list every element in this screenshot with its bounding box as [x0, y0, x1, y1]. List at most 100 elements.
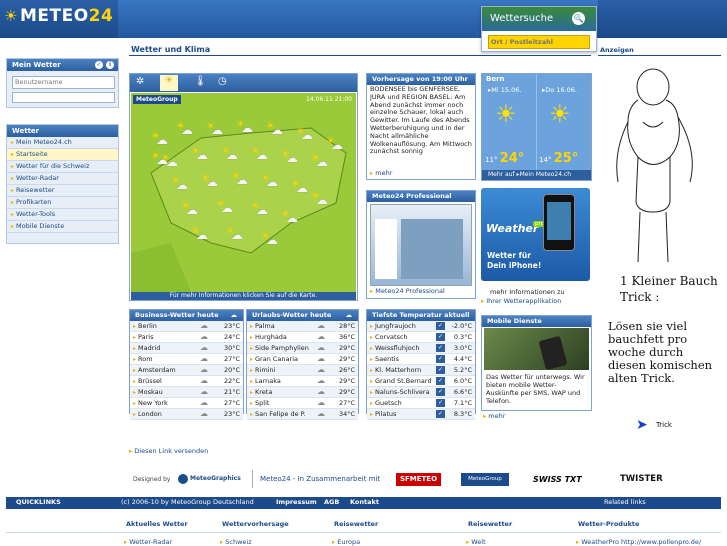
cloud-icon: ☀ ☁	[266, 121, 283, 137]
title-rule	[129, 55, 591, 56]
list-item[interactable]: Split ☁ 27°C	[247, 398, 358, 409]
twister-logo[interactable]: TWISTER	[620, 473, 680, 486]
thermometer-icon[interactable]: 🌡	[194, 76, 207, 87]
list-item[interactable]: Berlin ☁ 23°C	[130, 321, 243, 332]
menu-item-mein-meteo24[interactable]: Mein Meteo24.ch	[7, 137, 118, 149]
list-item[interactable]: Grand St.Bernard ✓ 6.0°C	[367, 376, 475, 387]
search-icon[interactable]: 🔍	[572, 12, 585, 25]
footer-col-reisewetter-2[interactable]: Reisewetter	[468, 520, 512, 528]
list-item[interactable]: Naluns-Schlivera ✓ 6.6°C	[367, 387, 475, 398]
list-item[interactable]: San Felipe de P. ☁ 34°C	[247, 409, 358, 420]
iphone-ad[interactable]: Weather pro Wetter für Dein iPhone!	[481, 188, 590, 281]
iphone-ad-brand: Weather	[486, 222, 539, 235]
list-item[interactable]: Side Pamphylien ☁ 29°C	[247, 343, 358, 354]
thermometer-icon: ✓	[436, 410, 445, 418]
iphone-info-link[interactable]: Ihrer Wetterapplikation	[481, 297, 561, 305]
list-item[interactable]: Madrid ☁ 30°C	[130, 343, 243, 354]
list-item[interactable]: Hurghada ☁ 36°C	[247, 332, 358, 343]
list-item[interactable]: Amsterdam ☁ 20°C	[130, 365, 243, 376]
footer-impressum-link[interactable]: Impressum	[276, 498, 317, 506]
partner-divider	[252, 470, 253, 488]
location-name: Paris	[133, 332, 153, 343]
clock-icon[interactable]: ◷	[218, 76, 227, 87]
weather-map[interactable]: MeteoGroup 14.06.11 21:00 ☀ ☁ ☀ ☁ ☀ ☁ ☀ ☁ ☀ ☁ ☀ ☁ ☀ ☁…	[131, 93, 356, 292]
username-field[interactable]: Benutzername	[12, 76, 115, 89]
designed-by-label: Designed by	[133, 476, 171, 483]
cloud-icon: ☀ ☁	[151, 151, 168, 167]
list-item[interactable]: Paris ☁ 24°C	[130, 332, 243, 343]
professional-screenshot[interactable]	[370, 204, 472, 286]
temperature-value: -2.0°C	[451, 322, 472, 330]
holiday-title: Urlaubs-Wetter heute	[252, 311, 332, 319]
list-item[interactable]: Guetsch ✓ 7.1°C	[367, 398, 475, 409]
ad-headline-2: Trick :	[620, 290, 660, 304]
sun-cloud-icon: ☁	[200, 332, 208, 341]
mobile-photo[interactable]	[484, 328, 589, 371]
list-item[interactable]: London ☁ 23°C	[130, 409, 243, 420]
list-item[interactable]: Kl. Matterhorn ✓ 5.2°C	[367, 365, 475, 376]
bern-panel: Bern ▸Mi 15.06. ▸Do 16.06. ☀ ☀ 11° 24° 1…	[481, 73, 592, 181]
footer-col-aktuelles[interactable]: Aktuelles Wetter	[126, 520, 188, 528]
list-item[interactable]: Pilatus ✓ 8.3°C	[367, 409, 475, 420]
footer-col-reisewetter-1[interactable]: Reisewetter	[334, 520, 378, 528]
list-item[interactable]: Moskau ☁ 21°C	[130, 387, 243, 398]
menu-item-reisewetter[interactable]: Reisewetter	[7, 185, 118, 197]
logo-text: METEO	[19, 6, 89, 26]
footer-col-vorhersage[interactable]: Wettervorhersage	[222, 520, 289, 528]
list-item[interactable]: New York ☁ 27°C	[130, 398, 243, 409]
sun-cloud-icon: ☁	[200, 354, 208, 363]
list-item[interactable]: Saentis ✓ 4.4°C	[367, 354, 475, 365]
bern-day1: ▸Mi 15.06.	[488, 86, 522, 94]
list-item[interactable]: Kreta ☁ 29°C	[247, 387, 358, 398]
bern-more-link[interactable]: Mehr auf ▸Mein Meteo24.ch	[482, 170, 591, 180]
lowest-temp-more[interactable]: mehr	[483, 412, 505, 420]
location-name: Jungfraujoch	[370, 321, 416, 332]
business-weather-panel: Business-Wetter heute ☁ Berlin ☁ 23°C Paris ☁…	[129, 309, 244, 420]
sun-cloud-icon: ☁	[200, 321, 208, 330]
menu-item-wetter-tools[interactable]: Wetter-Tools	[7, 209, 118, 221]
sun-cloud-tab-icon[interactable]: ☀	[160, 75, 178, 91]
list-item[interactable]: Brüssel ☁ 22°C	[130, 376, 243, 387]
search-input[interactable]	[488, 35, 590, 49]
bauch-ad[interactable]: 1 Kleiner Bauch Trick : Lösen sie viel b…	[598, 62, 719, 437]
list-item[interactable]: Larnaka ☁ 29°C	[247, 376, 358, 387]
footer-kontakt-link[interactable]: Kontakt	[350, 498, 379, 506]
iphone-info-text: mehr Informationen zu	[490, 288, 565, 296]
footer-agb-link[interactable]: AGB	[324, 498, 339, 506]
list-item[interactable]: Rom ☁ 27°C	[130, 354, 243, 365]
menu-item-wetter-schweiz[interactable]: Wetter für die Schweiz	[7, 161, 118, 173]
info-icon[interactable]: i	[106, 61, 114, 69]
list-item[interactable]: Weissfluhjoch ✓ 3.0°C	[367, 343, 475, 354]
wind-icon[interactable]: ✲	[136, 76, 144, 87]
cloud-icon: ☀ ☁	[191, 146, 208, 162]
meteographics-logo[interactable]: MeteoGraphics	[178, 472, 244, 486]
menu-item-startseite[interactable]: Startseite	[7, 149, 118, 161]
page-title: Wetter und Klima	[131, 45, 211, 54]
menu-item-mobile-dienste[interactable]: Mobile Dienste	[7, 221, 118, 233]
bern-link-text: Mehr auf	[488, 171, 515, 178]
sun-cloud-icon: ☁	[317, 409, 325, 418]
meteogroup-logo[interactable]: MeteoGroup	[461, 473, 509, 486]
password-field[interactable]	[12, 92, 115, 103]
footer-col-produkte[interactable]: Wetter-Produkte	[578, 520, 639, 528]
logo[interactable]: ☀ METEO24	[4, 6, 113, 26]
list-item[interactable]: Jungfraujoch ✓ -2.0°C	[367, 321, 475, 332]
forecast-more-link[interactable]: mehr	[370, 169, 392, 177]
list-item[interactable]: Corvatsch ✓ 0.3°C	[367, 332, 475, 343]
list-item[interactable]: Gran Canaria ☁ 29°C	[247, 354, 358, 365]
ad-cta[interactable]: Trick	[656, 421, 672, 429]
location-name: Guetsch	[370, 398, 402, 409]
check-icon[interactable]: ✓	[95, 61, 103, 69]
send-link[interactable]: Diesen Link versenden	[129, 447, 208, 455]
list-item[interactable]: Palma ☁ 28°C	[247, 321, 358, 332]
map-caption[interactable]: Für mehr Informationen klicken Sie auf d…	[131, 292, 356, 300]
thermometer-icon: ✓	[436, 399, 445, 407]
list-item[interactable]: Rimini ☁ 26°C	[247, 365, 358, 376]
sun-cloud-icon: ☁	[200, 409, 208, 418]
menu-item-wetter-radar[interactable]: Wetter-Radar	[7, 173, 118, 185]
professional-link[interactable]: Meteo24 Professional	[370, 287, 445, 295]
menu-item-profikarten[interactable]: Profikarten	[7, 197, 118, 209]
swisstxt-logo[interactable]: SWISS TXT	[533, 473, 595, 486]
sfmeteo-logo[interactable]: SFMETEO	[396, 473, 441, 486]
thermometer-icon: ✓	[436, 322, 445, 330]
